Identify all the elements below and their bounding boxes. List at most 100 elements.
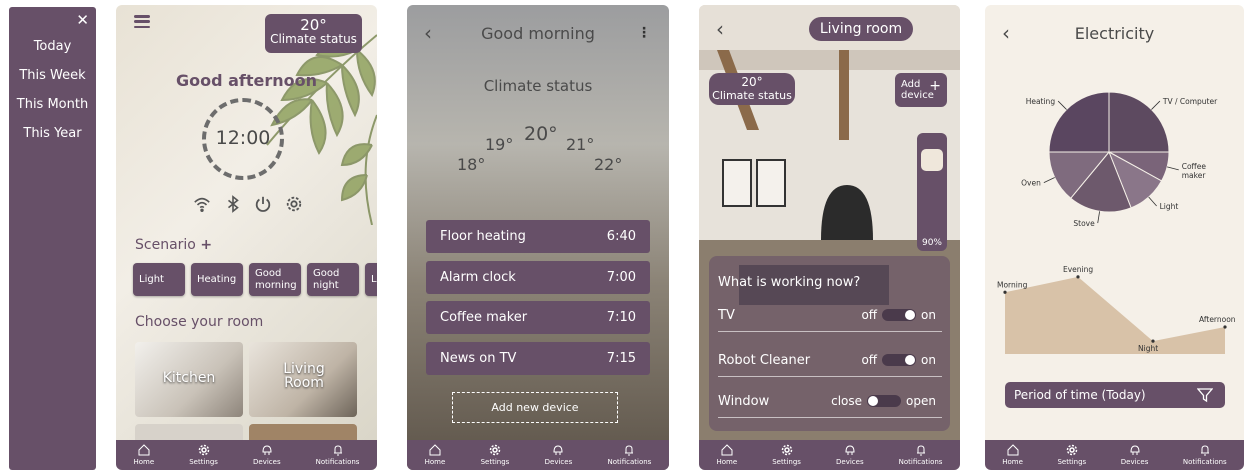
toggle[interactable]: off on [861,353,936,367]
pie-slice [1048,91,1110,153]
climate-status-label: Climate status [712,89,792,102]
schedule-name: Alarm clock [440,270,516,285]
device-name: Window [718,394,770,409]
device-name: Robot Cleaner [718,353,811,368]
settings-icon [198,444,209,456]
climate-status-badge[interactable]: 20° Climate status [265,14,362,53]
temp-19: 19° [485,135,514,154]
toggle-on-label: on [921,353,936,367]
bluetooth-icon[interactable] [224,195,242,213]
back-arrow-icon[interactable]: ‹ [716,17,724,41]
temp-21: 21° [566,135,595,154]
schedule-item[interactable]: News on TV 7:15 [426,342,650,375]
room-card-kitchen[interactable]: Kitchen [135,342,243,417]
menu-item-this-month[interactable]: This Month [9,93,96,116]
power-icon[interactable] [254,195,272,213]
nav-home-label: Home [424,458,446,466]
period-selector[interactable]: Period of time (Today) [1005,382,1225,408]
scenario-chips: Light Heating Good morning Good night Le… [133,263,377,296]
area-label: Afternoon [1199,315,1236,324]
scenario-chip-heating[interactable]: Heating [191,263,243,296]
scenario-chip-good-night[interactable]: Good night [307,263,359,296]
period-label: Period of time (Today) [1014,388,1146,402]
filter-icon[interactable] [1197,387,1213,403]
nav-settings-label: Settings [772,458,801,466]
wifi-icon[interactable] [193,195,211,213]
pie-slice [1108,91,1170,153]
toggle-switch[interactable] [882,309,917,321]
nav-notifications-label: Notifications [898,458,943,466]
pie-leader-line [1167,166,1179,171]
menu-item-this-week[interactable]: This Week [9,64,96,87]
more-options-icon[interactable]: ⋮ [637,25,651,41]
plus-icon: + [929,78,941,94]
room-card-living-room[interactable]: Living Room [249,342,357,417]
toggle-switch[interactable] [867,395,902,407]
gear-icon[interactable] [285,195,303,213]
toggle[interactable]: close open [831,394,936,408]
nav-devices[interactable]: Devices [836,444,864,466]
schedule-time: 7:00 [606,270,636,285]
pie-label: Light [1160,202,1179,211]
nav-settings[interactable]: Settings [481,444,509,466]
bottom-nav: Home Settings Devices Notifications [699,440,960,470]
temp-18: 18° [457,155,486,174]
nav-devices[interactable]: Devices [545,444,572,466]
nav-devices[interactable]: Devices [1120,444,1149,466]
nav-home[interactable]: Home [1002,444,1023,466]
climate-status-badge[interactable]: 20° Climate status [709,73,795,105]
devices-icon [553,445,563,455]
room-title-pill: Living room [809,17,913,41]
toggle[interactable]: off on [861,308,936,322]
toggle-off-label: off [861,353,878,367]
schedule-item[interactable]: Floor heating 6:40 [426,220,650,253]
usage-area-chart: Morning Evening Night Afternoon [997,265,1236,354]
schedule-item[interactable]: Coffee maker 7:10 [426,301,650,334]
pie-leader-line [1097,211,1101,224]
morning-screen: ‹ Good morning ⋮ Climate status 18° 19° … [407,5,669,470]
pie-leader-line [1148,196,1157,207]
area-label: Morning [997,280,1028,289]
nav-home[interactable]: Home [424,444,446,466]
page-title: Good morning [481,24,595,43]
schedule-name: Coffee maker [440,310,528,325]
toggle-switch[interactable] [882,354,917,366]
bell-icon [625,445,634,456]
hamburger-menu-icon[interactable] [134,15,150,28]
schedule-time: 7:10 [606,310,636,325]
menu-item-today[interactable]: Today [9,35,96,58]
add-new-device-button[interactable]: Add new device [452,392,618,423]
nav-devices-label: Devices [836,458,864,466]
nav-notifications[interactable]: Notifications [316,444,359,466]
nav-notifications-label: Notifications [607,458,652,466]
nav-home-label: Home [716,458,738,466]
bell-icon [333,445,342,456]
brightness-slider[interactable]: 90% [917,133,947,251]
nav-devices-label: Devices [1120,458,1149,466]
scenario-chip-partial[interactable]: Le H [365,263,377,296]
close-icon[interactable]: ✕ [76,11,89,29]
nav-settings-label: Settings [189,458,218,466]
nav-devices[interactable]: Devices [253,444,281,466]
area-point [1076,275,1080,279]
devices-icon [1130,445,1140,455]
nav-settings[interactable]: Settings [1057,444,1086,466]
nav-notifications[interactable]: Notifications [1183,444,1227,466]
scenario-chip-good-morning[interactable]: Good morning [249,263,301,296]
add-device-button[interactable]: Add device + [895,73,947,107]
usage-pie-chart: TV / Computer Coffee maker Light Stove Oven He… [1021,91,1218,228]
menu-item-this-year[interactable]: This Year [9,122,96,145]
schedule-item[interactable]: Alarm clock 7:00 [426,261,650,294]
nav-home[interactable]: Home [134,444,154,466]
clock-time: 12:00 [215,127,271,149]
home-icon [721,444,733,456]
nav-settings[interactable]: Settings [772,444,801,466]
nav-notifications[interactable]: Notifications [607,444,652,466]
nav-settings[interactable]: Settings [189,444,218,466]
add-scenario-icon[interactable]: + [200,237,212,253]
bottom-nav: Home Settings Devices Notifications [985,440,1244,470]
scenario-chip-light[interactable]: Light [133,263,185,296]
nav-home[interactable]: Home [716,444,738,466]
area-point [1151,339,1155,343]
nav-notifications[interactable]: Notifications [898,444,943,466]
